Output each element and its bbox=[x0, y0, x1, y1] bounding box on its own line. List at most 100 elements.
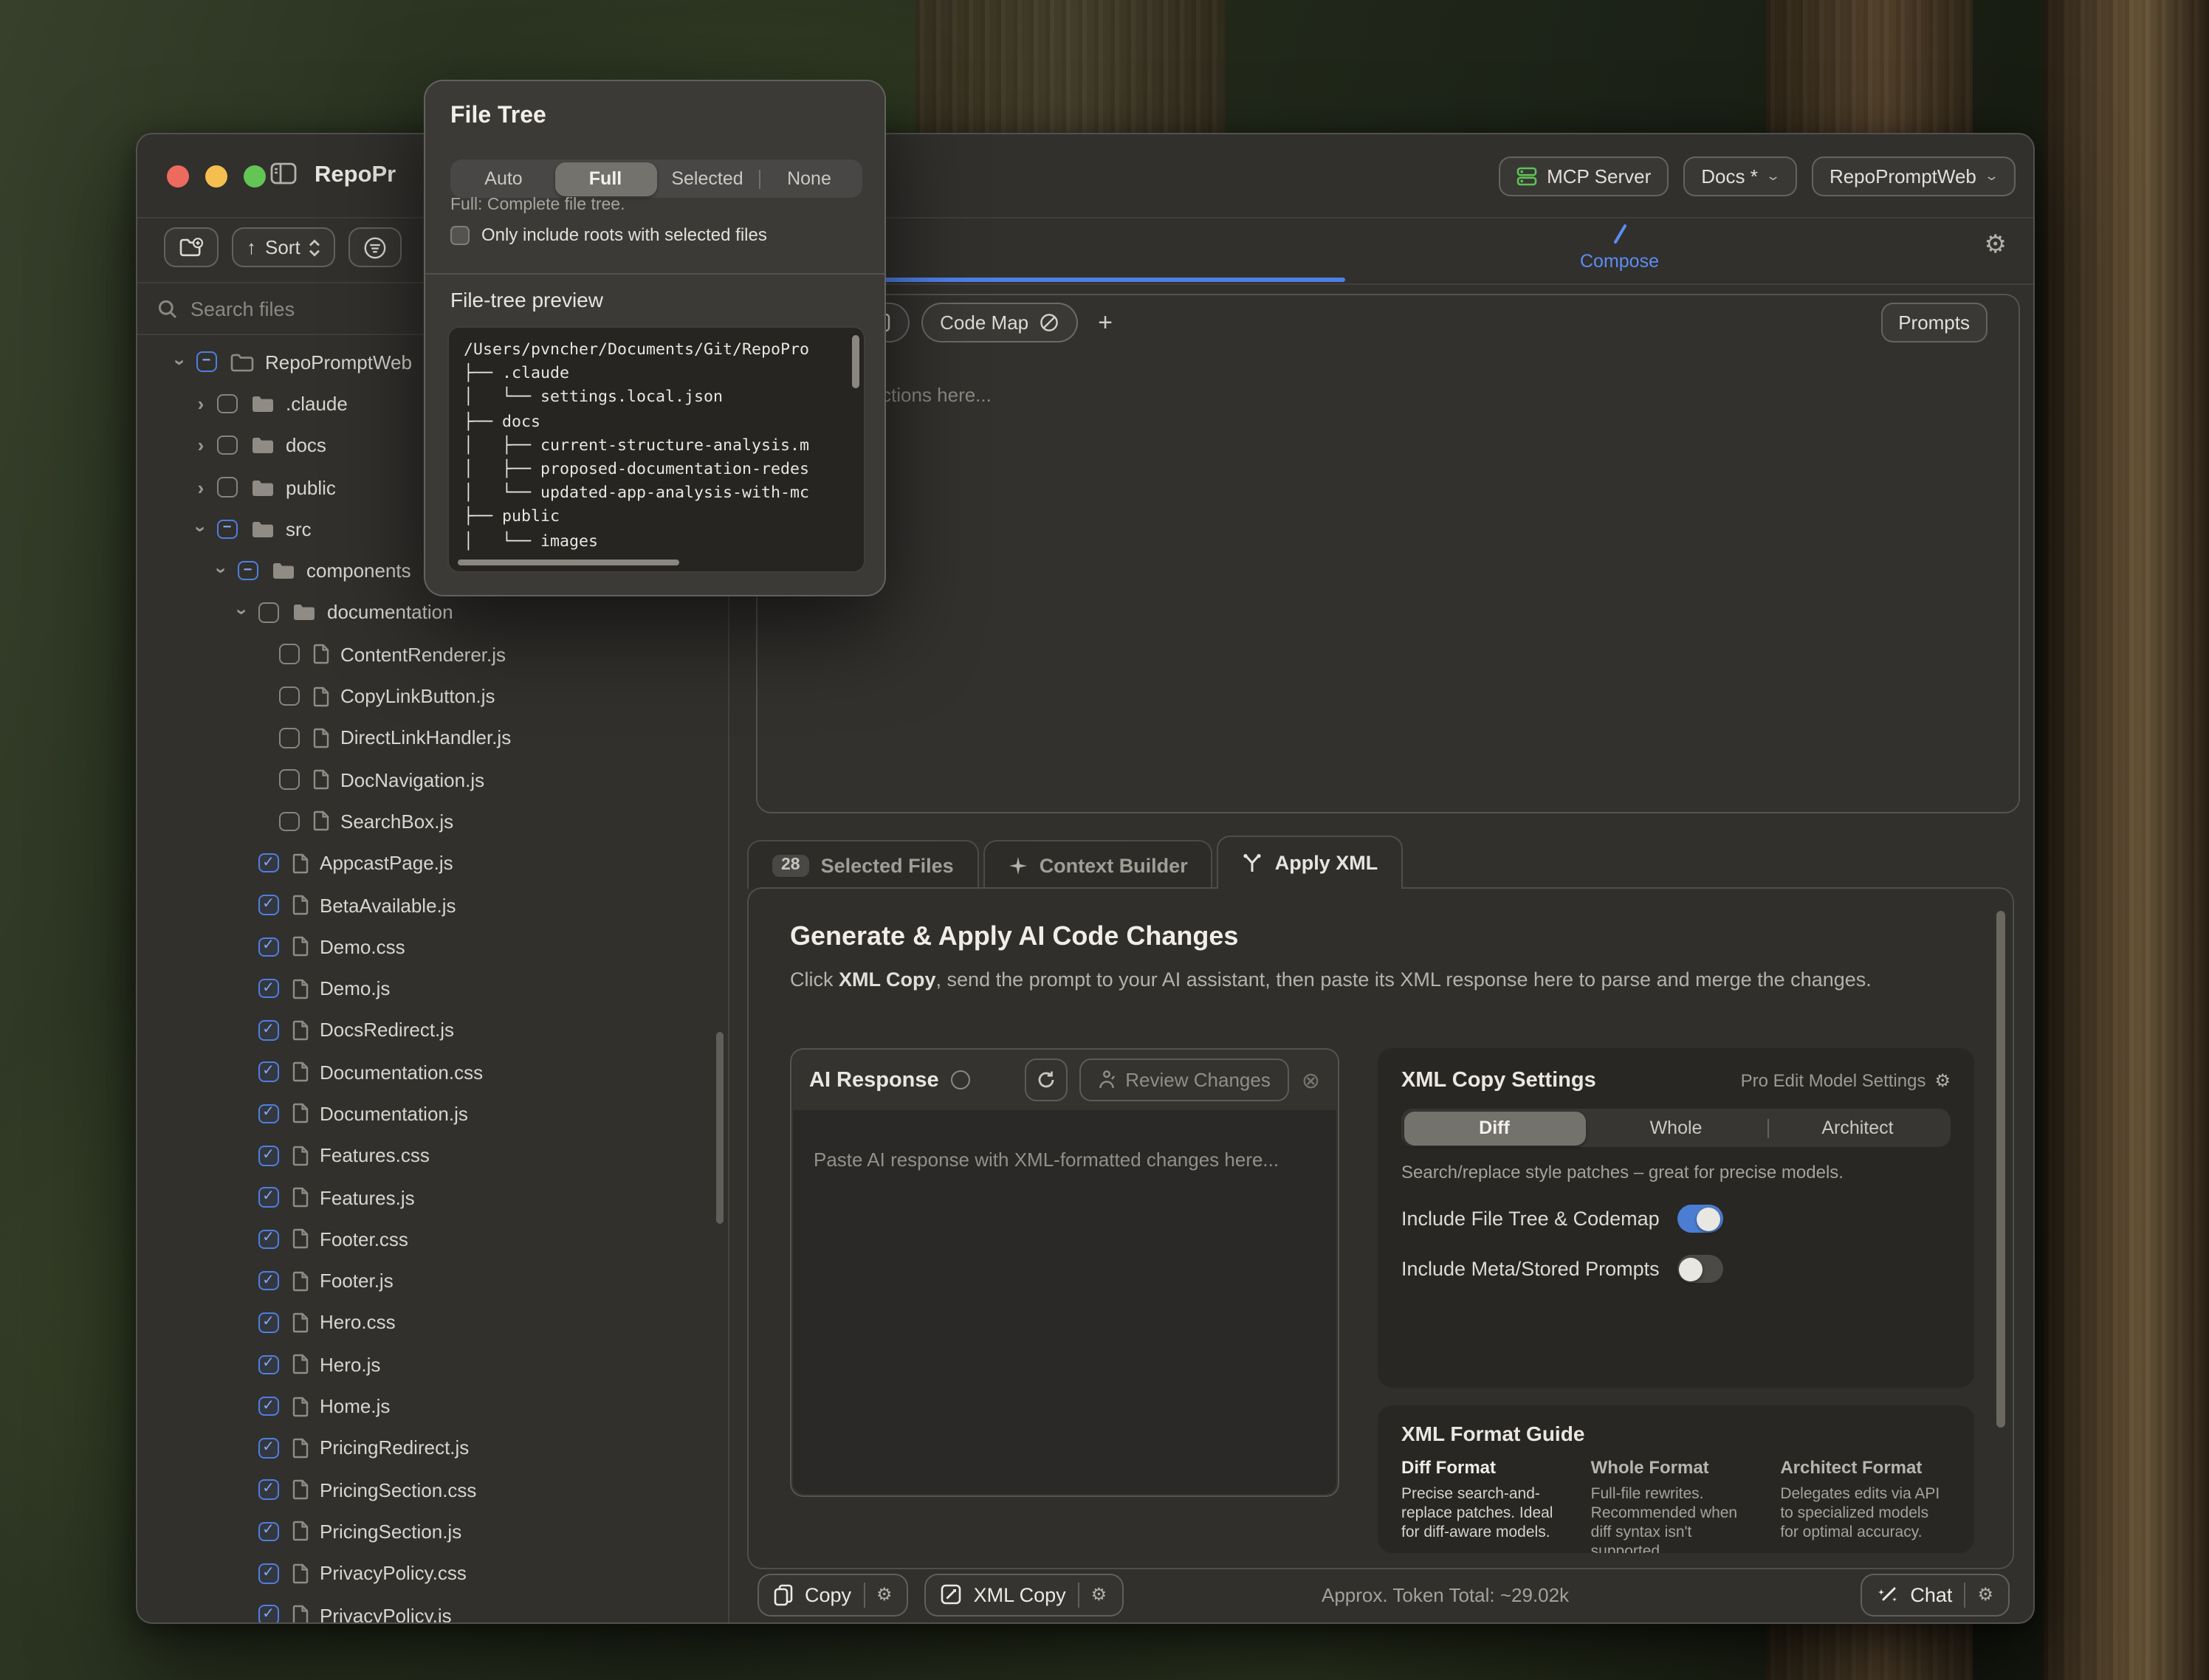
tree-checkbox[interactable] bbox=[258, 1020, 278, 1040]
tree-checkbox[interactable] bbox=[279, 644, 299, 664]
sort-button[interactable]: ↑ Sort bbox=[232, 227, 336, 267]
content-scrollbar[interactable] bbox=[1996, 911, 2005, 1428]
tree-row[interactable]: Footer.css bbox=[137, 1218, 719, 1260]
prompts-button[interactable]: Prompts bbox=[1880, 303, 1988, 342]
tree-row[interactable]: BetaAvailable.js bbox=[137, 884, 719, 926]
tree-checkbox[interactable] bbox=[258, 602, 278, 622]
tree-row[interactable]: DocsRedirect.js bbox=[137, 1010, 719, 1052]
tree-checkbox[interactable] bbox=[258, 1397, 278, 1416]
expander-chevron-icon[interactable] bbox=[164, 351, 196, 373]
tree-row[interactable]: ContentRenderer.js bbox=[137, 633, 719, 675]
tree-checkbox[interactable] bbox=[217, 436, 237, 455]
file-tree-preview-box[interactable]: /Users/pvncher/Documents/Git/RepoPro├── … bbox=[447, 326, 865, 573]
tree-row[interactable]: Documentation.css bbox=[137, 1051, 719, 1093]
tab-selected-files[interactable]: 28 Selected Files bbox=[747, 840, 979, 889]
filter-button[interactable] bbox=[349, 227, 402, 267]
chat-options-gear-icon[interactable]: ⚙ bbox=[1977, 1584, 1993, 1605]
tree-row[interactable]: PricingSection.css bbox=[137, 1469, 719, 1511]
close-window-button[interactable] bbox=[167, 165, 189, 187]
segment-architect[interactable]: Architect bbox=[1767, 1111, 1948, 1145]
tree-row[interactable]: SearchBox.js bbox=[137, 801, 719, 843]
segment-whole[interactable]: Whole bbox=[1585, 1111, 1767, 1145]
segment-selected[interactable]: Selected bbox=[656, 162, 758, 196]
tree-checkbox[interactable] bbox=[258, 1354, 278, 1374]
tree-checkbox[interactable] bbox=[279, 728, 299, 748]
expander-chevron-icon[interactable] bbox=[205, 560, 238, 582]
tree-row[interactable]: Hero.css bbox=[137, 1302, 719, 1344]
settings-gear-icon[interactable]: ⚙ bbox=[1985, 230, 2007, 260]
segment-none[interactable]: None bbox=[758, 162, 860, 196]
clear-response-icon[interactable]: ⊗ bbox=[1302, 1067, 1320, 1093]
tree-row[interactable]: Features.css bbox=[137, 1135, 719, 1177]
xml-copy-options-gear-icon[interactable]: ⚙ bbox=[1091, 1584, 1107, 1605]
tree-checkbox[interactable] bbox=[258, 1521, 278, 1541]
tree-checkbox[interactable] bbox=[258, 1438, 278, 1458]
tree-row[interactable]: PrivacyPolicy.css bbox=[137, 1552, 719, 1594]
minimize-window-button[interactable] bbox=[205, 165, 227, 187]
review-changes-button[interactable]: Review Changes bbox=[1079, 1058, 1290, 1101]
tree-checkbox[interactable] bbox=[258, 979, 278, 999]
tree-checkbox[interactable] bbox=[258, 1188, 278, 1208]
segment-auto[interactable]: Auto bbox=[453, 162, 554, 196]
tree-row[interactable]: Demo.js bbox=[137, 968, 719, 1010]
tree-checkbox[interactable] bbox=[258, 1062, 278, 1082]
sidebar-scrollbar[interactable] bbox=[716, 1032, 724, 1224]
copy-options-gear-icon[interactable]: ⚙ bbox=[876, 1584, 893, 1605]
tree-row[interactable]: AppcastPage.js bbox=[137, 842, 719, 884]
tree-checkbox[interactable] bbox=[258, 937, 278, 957]
pro-edit-model-settings-link[interactable]: Pro Edit Model Settings ⚙ bbox=[1741, 1070, 1951, 1091]
tab-apply-xml[interactable]: Apply XML bbox=[1217, 836, 1404, 889]
expander-chevron-icon[interactable] bbox=[185, 476, 217, 498]
expander-chevron-icon[interactable] bbox=[185, 518, 217, 540]
segment-diff[interactable]: Diff bbox=[1404, 1111, 1585, 1145]
tree-row[interactable]: Footer.js bbox=[137, 1260, 719, 1302]
tree-checkbox[interactable] bbox=[258, 1271, 278, 1291]
tree-checkbox[interactable] bbox=[258, 853, 278, 873]
tree-checkbox[interactable] bbox=[217, 478, 237, 498]
chat-button[interactable]: Chat ⚙ bbox=[1860, 1573, 2010, 1616]
tree-row[interactable]: Home.js bbox=[137, 1385, 719, 1428]
tree-checkbox[interactable] bbox=[279, 770, 299, 790]
tree-checkbox[interactable] bbox=[258, 895, 278, 915]
tree-checkbox[interactable] bbox=[279, 686, 299, 706]
tree-checkbox[interactable] bbox=[238, 561, 258, 581]
tree-checkbox[interactable] bbox=[258, 1480, 278, 1500]
copy-button[interactable]: Copy ⚙ bbox=[757, 1573, 909, 1616]
toggle-switch[interactable] bbox=[1677, 1255, 1723, 1283]
tree-checkbox[interactable] bbox=[258, 1563, 278, 1583]
tree-row[interactable]: PrivacyPolicy.js bbox=[137, 1594, 719, 1622]
tab-context-builder[interactable]: Context Builder bbox=[983, 840, 1213, 889]
add-chip-button[interactable]: + bbox=[1098, 308, 1113, 337]
tree-row[interactable]: documentation bbox=[137, 592, 719, 634]
toggle-switch[interactable] bbox=[1677, 1205, 1723, 1233]
tree-checkbox[interactable] bbox=[258, 1229, 278, 1249]
tree-row[interactable]: CopyLinkButton.js bbox=[137, 675, 719, 717]
prompt-editor-panel[interactable]: ctions here... bbox=[756, 294, 2020, 813]
segment-full[interactable]: Full bbox=[554, 162, 656, 196]
toggle-sidebar-icon[interactable] bbox=[270, 162, 297, 185]
tab-compose[interactable]: Compose bbox=[1580, 223, 1659, 272]
tree-row[interactable]: PricingSection.js bbox=[137, 1511, 719, 1553]
tree-row[interactable]: DocNavigation.js bbox=[137, 759, 719, 801]
tree-row[interactable]: Documentation.js bbox=[137, 1093, 719, 1135]
roots-checkbox-row[interactable]: Only include roots with selected files bbox=[450, 224, 767, 245]
tree-row[interactable]: Demo.css bbox=[137, 926, 719, 968]
tree-checkbox[interactable] bbox=[258, 1312, 278, 1332]
project-dropdown[interactable]: RepoPromptWeb ⌄ bbox=[1812, 156, 2016, 196]
docs-dropdown[interactable]: Docs * ⌄ bbox=[1683, 156, 1797, 196]
ai-response-textarea[interactable]: Paste AI response with XML-formatted cha… bbox=[793, 1110, 1336, 1494]
refresh-button[interactable] bbox=[1025, 1058, 1068, 1101]
tree-checkbox[interactable] bbox=[196, 352, 216, 372]
mcp-server-button[interactable]: MCP Server bbox=[1498, 156, 1669, 196]
zoom-window-button[interactable] bbox=[244, 165, 266, 187]
expander-chevron-icon[interactable] bbox=[226, 602, 258, 624]
preview-horizontal-scrollbar[interactable] bbox=[458, 559, 679, 565]
tree-row[interactable]: DirectLinkHandler.js bbox=[137, 717, 719, 759]
tree-checkbox[interactable] bbox=[279, 811, 299, 831]
expander-chevron-icon[interactable] bbox=[185, 393, 217, 415]
tree-checkbox[interactable] bbox=[258, 1146, 278, 1166]
tree-row[interactable]: Features.js bbox=[137, 1177, 719, 1219]
roots-checkbox[interactable] bbox=[450, 225, 470, 244]
xml-copy-button[interactable]: XML Copy ⚙ bbox=[925, 1573, 1124, 1616]
tree-row[interactable]: PricingRedirect.js bbox=[137, 1427, 719, 1469]
